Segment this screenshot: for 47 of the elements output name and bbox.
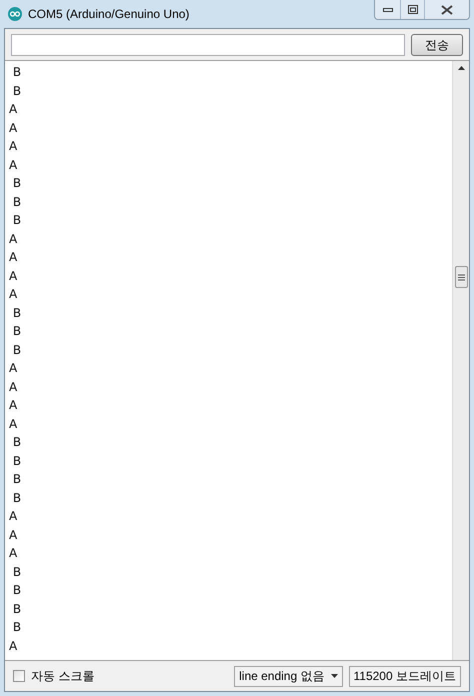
output-line: B: [12, 582, 22, 599]
output-line: A: [9, 268, 18, 284]
output-line: B: [12, 490, 22, 506]
output-line: B: [12, 564, 22, 580]
output-line: A: [9, 120, 18, 136]
grip-icon: [458, 274, 464, 280]
output-line: B: [12, 212, 22, 229]
send-button[interactable]: 전송: [411, 34, 463, 56]
maximize-icon: [408, 5, 418, 14]
output-line: A: [9, 249, 18, 266]
message-input-field[interactable]: [11, 34, 405, 56]
output-line: B: [12, 600, 22, 618]
minimize-icon: [382, 8, 392, 12]
output-line: B: [12, 194, 22, 210]
autoscroll-checkbox[interactable]: [13, 670, 25, 682]
output-line: B: [12, 471, 22, 488]
close-icon: [441, 4, 453, 14]
output-line: B: [12, 64, 22, 81]
output-line: A: [9, 508, 18, 525]
output-line: A: [9, 101, 18, 118]
output-line: B: [12, 323, 22, 340]
autoscroll-label: 자동 스크롤: [31, 668, 94, 685]
output-line: A: [9, 638, 18, 654]
output-line: A: [9, 397, 18, 414]
window-title: COM5 (Arduino/Genuino Uno): [28, 6, 190, 23]
baud-rate-dropdown[interactable]: 115200 보드레이트: [348, 666, 461, 686]
output-line: B: [12, 304, 22, 322]
output-line: A: [9, 526, 18, 544]
output-line: A: [9, 545, 18, 562]
output-line: A: [9, 286, 18, 303]
output-line: A: [9, 138, 18, 155]
scroll-thumb[interactable]: [454, 266, 468, 288]
output-line: A: [9, 230, 18, 248]
scroll-up-icon[interactable]: [458, 66, 464, 70]
output-line: B: [12, 342, 22, 358]
caret-icon: [330, 674, 338, 678]
line-ending-dropdown[interactable]: line ending 없음: [234, 666, 342, 686]
output-line: A: [9, 360, 18, 377]
output-line: A: [9, 156, 18, 174]
output-line: B: [12, 434, 22, 451]
output-line: B: [12, 452, 22, 470]
output-line: B: [12, 619, 22, 636]
output-line: A: [9, 378, 18, 396]
output-line: B: [12, 175, 22, 192]
output-line: A: [9, 416, 18, 432]
output-line: B: [12, 82, 22, 100]
app-logo-icon: [8, 7, 22, 21]
